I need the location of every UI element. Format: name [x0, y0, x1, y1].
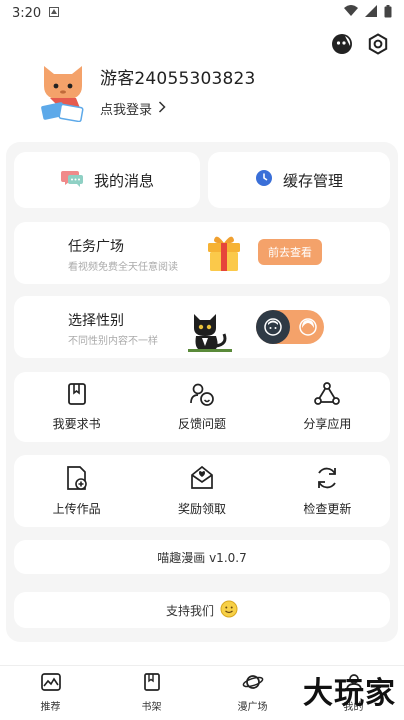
task-title: 任务广场 [68, 239, 124, 255]
claim-reward-button[interactable]: 奖励领取 [139, 455, 264, 527]
black-cat-icon [188, 308, 232, 356]
gender-select-card[interactable]: 选择性别 不同性别内容不一样 [14, 296, 390, 358]
version-text: 喵趣漫画 v1.0.7 [157, 550, 247, 565]
gender-subtitle: 不同性别内容不一样 [68, 336, 158, 347]
status-bar: 3:20 [0, 0, 404, 26]
clock-icon [255, 169, 273, 191]
recommend-icon [40, 673, 61, 694]
nav-bookshelf-label: 书架 [141, 702, 162, 713]
support-label: 支持我们 [165, 603, 214, 618]
login-label: 点我登录 [100, 103, 153, 118]
signal-icon [365, 5, 377, 21]
night-mode-icon[interactable] [330, 32, 354, 56]
upload-work-label: 上传作品 [52, 502, 101, 516]
check-update-label: 检查更新 [303, 502, 352, 516]
my-messages-label: 我的消息 [93, 171, 154, 190]
bookshelf-icon [143, 673, 160, 694]
cache-management-button[interactable]: 缓存管理 [208, 152, 390, 208]
watermark-logo: 大玩家 [303, 676, 396, 711]
gender-title: 选择性别 [68, 313, 124, 329]
profile-header[interactable]: 游客24055303823 点我登录 [38, 60, 256, 123]
claim-reward-label: 奖励领取 [177, 502, 226, 516]
request-book-label: 我要求书 [52, 417, 101, 431]
gift-icon [206, 234, 242, 276]
wifi-icon [344, 5, 358, 21]
cache-management-label: 缓存管理 [282, 171, 343, 190]
support-us-button[interactable]: 支持我们 [14, 592, 390, 628]
refresh-icon [314, 465, 340, 494]
battery-icon [384, 4, 392, 22]
reward-icon [189, 465, 215, 494]
task-square-card[interactable]: 任务广场 看视频免费全天任意阅读 前去查看 [14, 222, 390, 284]
avatar[interactable] [38, 60, 88, 123]
feedback-button[interactable]: 反馈问题 [139, 372, 264, 442]
version-info: 喵趣漫画 v1.0.7 [14, 540, 390, 574]
share-app-button[interactable]: 分享应用 [265, 372, 390, 442]
go-view-button[interactable]: 前去查看 [258, 239, 322, 265]
chevron-right-icon [158, 100, 166, 117]
top-actions [330, 32, 390, 56]
chat-icon [60, 168, 84, 192]
nav-comic-square[interactable]: 漫广场 [202, 666, 303, 720]
tools-row-2: 上传作品 奖励领取 检查更新 [14, 455, 390, 527]
upload-work-button[interactable]: 上传作品 [14, 455, 139, 527]
task-subtitle: 看视频免费全天任意阅读 [68, 262, 178, 273]
nav-bookshelf[interactable]: 书架 [101, 666, 202, 720]
gender-toggle[interactable] [256, 310, 324, 344]
smile-icon [220, 600, 238, 621]
request-book-button[interactable]: 我要求书 [14, 372, 139, 442]
username: 游客24055303823 [100, 69, 256, 89]
login-link[interactable]: 点我登录 [100, 99, 256, 118]
notification-icon [49, 6, 60, 21]
feedback-icon [189, 382, 215, 409]
share-icon [314, 382, 341, 409]
tools-row-1: 我要求书 反馈问题 分享应用 [14, 372, 390, 442]
female-icon [296, 315, 320, 339]
male-icon [256, 310, 290, 344]
share-app-label: 分享应用 [303, 417, 352, 431]
settings-icon[interactable] [366, 32, 390, 56]
nav-comic-square-label: 漫广场 [237, 702, 268, 713]
nav-recommend-label: 推荐 [40, 702, 61, 713]
status-time: 3:20 [12, 5, 42, 21]
feedback-label: 反馈问题 [177, 417, 226, 431]
upload-icon [65, 465, 89, 494]
nav-recommend[interactable]: 推荐 [0, 666, 101, 720]
check-update-button[interactable]: 检查更新 [265, 455, 390, 527]
my-messages-button[interactable]: 我的消息 [14, 152, 200, 208]
book-request-icon [66, 382, 88, 409]
planet-icon [242, 673, 264, 694]
